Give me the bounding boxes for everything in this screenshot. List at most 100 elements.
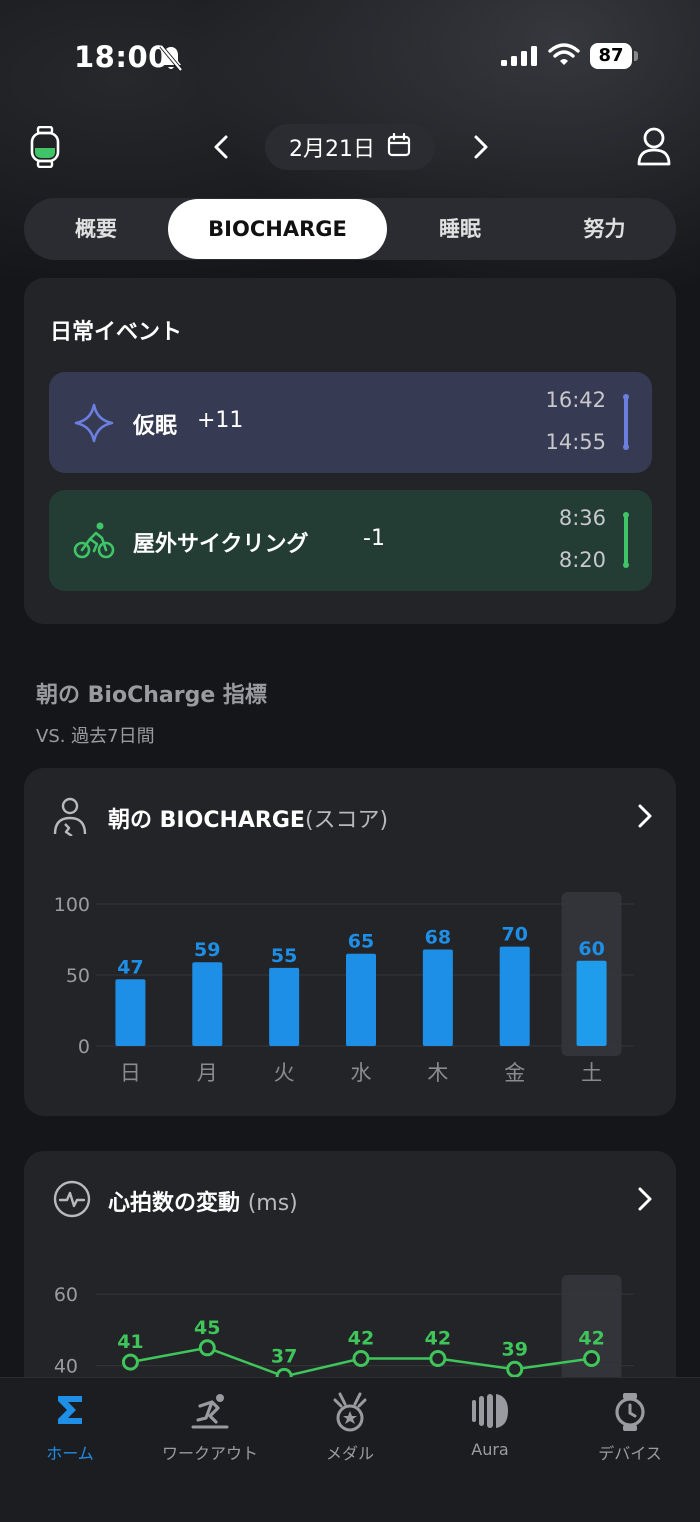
bar-value-label: 47	[117, 956, 143, 978]
segment-tabs: 概要 BIOCHARGE 睡眠 努力	[24, 198, 676, 260]
biocharge-bar-chart: 0 50 100 47 日 59 月 55 火 65 水 68 木 70 金 60 土	[54, 892, 634, 1085]
device-icon	[613, 1392, 647, 1436]
event-name: 仮眠	[133, 414, 178, 439]
morning-biocharge-card[interactable]: 朝の BIOCHARGE(スコア) 0 50 100 47 日 59 月 55 火 65 水 68 木 7…	[24, 768, 676, 1116]
status-time: 18:00	[74, 40, 169, 74]
workout-icon	[190, 1392, 230, 1434]
point-value-label: 41	[117, 1331, 143, 1353]
header: 2月21日	[0, 118, 700, 178]
wifi-icon	[548, 43, 580, 71]
battery-level: 87	[590, 43, 632, 69]
point-value-label: 42	[578, 1328, 604, 1350]
event-duration-line	[624, 514, 628, 566]
previous-day-button[interactable]	[208, 132, 236, 162]
calendar-icon	[387, 132, 411, 161]
section-subtitle: VS. 過去7日間	[36, 726, 155, 747]
event-end-time: 8:36	[558, 506, 606, 530]
event-duration-line	[624, 396, 628, 448]
data-point	[429, 1350, 447, 1368]
event-name: 屋外サイクリング	[133, 532, 309, 557]
bar	[115, 979, 146, 1046]
date-label: 2月21日	[289, 137, 375, 162]
x-tick-label: 土	[581, 1061, 602, 1085]
tab-effort[interactable]: 努力	[533, 198, 676, 260]
tabbar-medals[interactable]: メダル	[280, 1378, 420, 1478]
date-picker[interactable]: 2月21日	[265, 124, 435, 170]
event-delta: -1	[363, 526, 385, 551]
tabbar-label: ホーム	[46, 1444, 94, 1463]
point-value-label: 45	[194, 1317, 220, 1339]
bar	[576, 960, 607, 1046]
data-point	[506, 1360, 524, 1378]
daily-events-card: 日常イベント 仮眠 +11 16:42 14:55 屋外サイクリング -1 8:…	[24, 278, 676, 624]
hrv-card[interactable]: 心拍数の変動 (ms) 40 60 41 45 37 42 42 39 42	[24, 1151, 676, 1411]
x-tick-label: 日	[120, 1061, 141, 1085]
event-outdoor-cycling[interactable]: 屋外サイクリング -1 8:36 8:20	[49, 490, 652, 591]
tabbar-label: デバイス	[598, 1444, 662, 1463]
y-tick-label: 60	[54, 1284, 78, 1306]
medal-icon	[331, 1392, 369, 1436]
aura-icon	[470, 1392, 510, 1434]
cellular-signal-icon	[500, 45, 538, 71]
event-start-time: 8:20	[558, 548, 606, 572]
y-tick-label: 100	[54, 894, 90, 916]
bar	[346, 953, 376, 1046]
event-start-dot	[623, 562, 629, 568]
data-point	[352, 1350, 370, 1368]
sparkle-icon	[73, 402, 115, 448]
hrv-line-chart: 40 60 41 45 37 42 42 39 42	[54, 1275, 634, 1411]
bar-value-label: 59	[194, 939, 220, 961]
battery-tip	[634, 51, 638, 61]
tabbar-workout[interactable]: ワークアウト	[140, 1378, 280, 1478]
x-tick-label: 水	[351, 1061, 372, 1085]
tab-overview[interactable]: 概要	[24, 198, 168, 260]
bar-value-label: 68	[425, 926, 451, 948]
bar-value-label: 70	[501, 924, 527, 946]
bar-value-label: 55	[271, 945, 297, 967]
y-tick-label: 40	[54, 1356, 78, 1378]
event-delta: +11	[197, 408, 244, 433]
bar	[269, 967, 300, 1046]
bottom-tab-bar: ホーム ワークアウト メダル Aura デバイス	[0, 1377, 700, 1522]
tab-sleep[interactable]: 睡眠	[387, 198, 533, 260]
tabbar-device[interactable]: デバイス	[560, 1378, 700, 1478]
x-tick-label: 木	[427, 1061, 448, 1085]
watch-status-icon[interactable]	[30, 125, 60, 172]
tabbar-aura[interactable]: Aura	[420, 1378, 560, 1478]
tabbar-label: ワークアウト	[161, 1444, 258, 1463]
tabbar-home[interactable]: ホーム	[0, 1378, 140, 1478]
event-start-dot	[623, 444, 629, 450]
point-value-label: 42	[425, 1328, 451, 1350]
event-start-time: 14:55	[545, 430, 606, 454]
event-end-dot	[623, 394, 629, 400]
daily-events-title: 日常イベント	[50, 320, 183, 345]
tabbar-label: メダル	[325, 1444, 374, 1463]
tab-biocharge[interactable]: BIOCHARGE	[168, 199, 387, 259]
sigma-icon	[52, 1392, 88, 1432]
bar-value-label: 65	[348, 931, 374, 953]
data-point	[583, 1350, 601, 1368]
x-tick-label: 火	[274, 1061, 295, 1085]
event-end-time: 16:42	[545, 388, 606, 412]
point-value-label: 42	[348, 1328, 374, 1350]
x-tick-label: 金	[504, 1061, 525, 1085]
bar	[192, 962, 223, 1046]
tabbar-label: Aura	[471, 1440, 509, 1459]
next-day-button[interactable]	[466, 132, 494, 162]
data-point	[121, 1353, 139, 1371]
point-value-label: 37	[271, 1345, 297, 1367]
cycling-icon	[73, 520, 115, 566]
silent-bell-icon	[158, 44, 184, 76]
status-bar: 18:00 87	[0, 0, 700, 112]
x-tick-label: 月	[197, 1061, 218, 1085]
section-title: 朝の BioCharge 指標	[36, 683, 267, 708]
bar	[499, 946, 530, 1046]
bar-value-label: 60	[578, 938, 604, 960]
bar	[422, 949, 453, 1046]
y-tick-label: 0	[78, 1036, 90, 1058]
profile-icon[interactable]	[636, 126, 672, 170]
point-value-label: 39	[501, 1338, 527, 1360]
data-point	[198, 1339, 216, 1357]
event-end-dot	[623, 512, 629, 518]
event-nap[interactable]: 仮眠 +11 16:42 14:55	[49, 372, 652, 473]
